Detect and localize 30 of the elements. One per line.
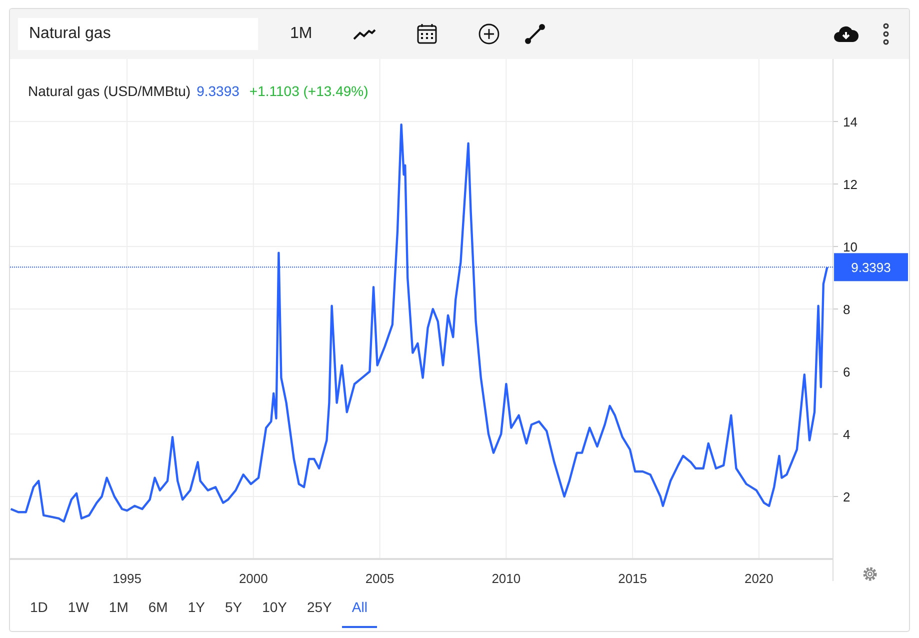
search-field[interactable]: Natural gas — [18, 18, 258, 50]
x-axis-label: 2000 — [238, 571, 268, 586]
price-marker: 9.3393 — [834, 253, 908, 282]
interval-button[interactable]: 1M — [282, 18, 320, 50]
ref-line-label: 9.3393 — [851, 260, 891, 276]
x-axis-label: 2015 — [618, 571, 648, 586]
y-axis-label: 10 — [843, 240, 858, 254]
series-name: Natural gas (USD/MMBtu) — [28, 82, 191, 101]
price-value: 9.3393 — [196, 82, 240, 101]
x-axis-label: 2005 — [365, 571, 394, 586]
range-tab[interactable]: 1W — [58, 591, 99, 628]
y-axis-label: 8 — [843, 302, 850, 317]
range-tab[interactable]: 5Y — [214, 591, 252, 628]
price-change: +1.1103 (+13.49%) — [249, 82, 368, 101]
range-tab[interactable]: All — [342, 591, 378, 628]
range-tab[interactable]: 25Y — [296, 591, 342, 628]
range-tab[interactable]: 1D — [20, 591, 58, 628]
settings-icon[interactable] — [861, 565, 879, 583]
y-axis-label: 12 — [843, 177, 858, 192]
y-axis-label: 4 — [843, 427, 850, 442]
y-axis-label: 6 — [843, 364, 850, 380]
x-axis-label: 2020 — [744, 571, 774, 586]
x-axis-label: 2010 — [492, 571, 521, 586]
x-axis-label: 1995 — [112, 571, 142, 586]
range-tab[interactable]: 1Y — [178, 591, 215, 628]
range-tab[interactable]: 1M — [98, 591, 138, 628]
y-axis-label: 2 — [843, 490, 850, 504]
range-tab[interactable]: 10Y — [252, 591, 297, 628]
y-axis-label: 14 — [843, 114, 858, 130]
range-tab[interactable]: 6M — [138, 591, 178, 628]
